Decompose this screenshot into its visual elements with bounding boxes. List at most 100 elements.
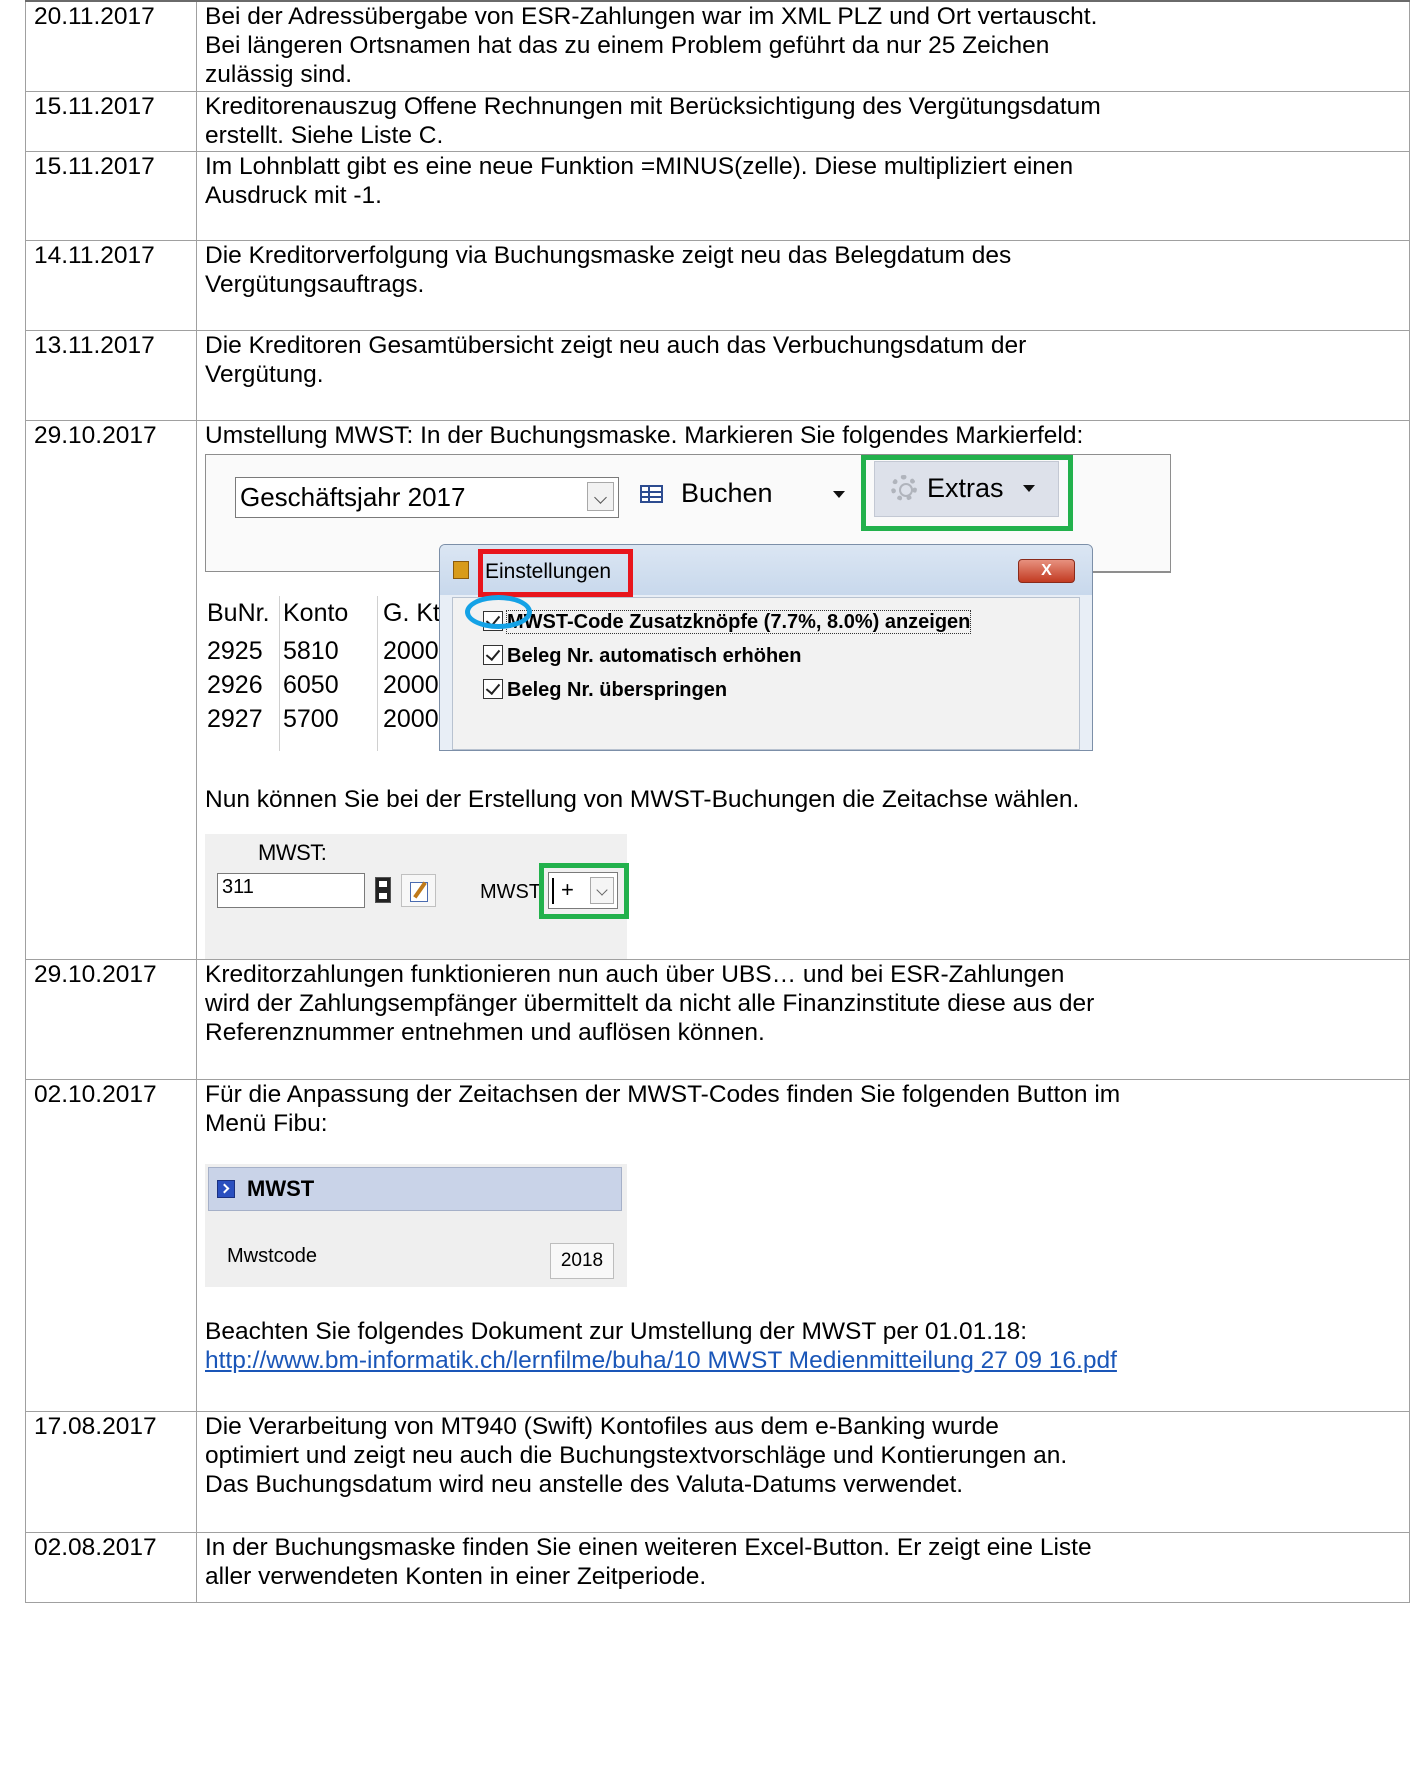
cell-bunr: 2925 bbox=[207, 636, 263, 665]
changelog-row: 29.10.2017 Kreditorzahlungen funktionier… bbox=[25, 958, 1410, 1080]
changelog-row: 13.11.2017 Die Kreditoren Gesamtübersich… bbox=[25, 329, 1410, 421]
cell-bunr: 2927 bbox=[207, 704, 263, 733]
entry-date: 13.11.2017 bbox=[25, 329, 197, 421]
changelog-row: 17.08.2017 Die Verarbeitung von MT940 (S… bbox=[25, 1410, 1410, 1533]
changelog-row: 14.11.2017 Die Kreditorverfolgung via Bu… bbox=[25, 239, 1410, 331]
entry-text: Kreditorzahlungen funktionieren nun auch… bbox=[196, 958, 1410, 1080]
cell-konto: 5810 bbox=[283, 636, 339, 665]
entry-line: Für die Anpassung der Zeitachsen der MWS… bbox=[205, 1080, 1121, 1108]
option-label: Beleg Nr. überspringen bbox=[507, 678, 728, 701]
cell-gkonto: 2000 bbox=[383, 670, 439, 699]
mwst-code-input[interactable]: 311 bbox=[217, 872, 365, 908]
entry-line: Bei der Adressübergabe von ESR-Zahlungen… bbox=[205, 3, 1098, 30]
spinner-icon[interactable] bbox=[375, 876, 391, 903]
entry-line: Vergütungsauftrags. bbox=[205, 270, 425, 298]
entry-text: Die Kreditorverfolgung via Buchungsmaske… bbox=[196, 239, 1410, 331]
entry-line: zulässig sind. bbox=[205, 61, 353, 88]
menu-section-header[interactable]: MWST bbox=[208, 1166, 622, 1211]
entry-line: In der Buchungsmaske finden Sie einen we… bbox=[205, 1533, 1092, 1561]
option-label: MWST-Code Zusatzknöpfe (7.7%, 8.0%) anze… bbox=[505, 609, 972, 634]
red-highlight-box bbox=[478, 548, 633, 597]
blue-highlight-oval bbox=[465, 594, 532, 629]
entry-line: Referenznummer entnehmen und auflösen kö… bbox=[205, 1018, 765, 1046]
buchen-label: Buchen bbox=[681, 477, 773, 508]
changelog-row: 15.11.2017 Kreditorenauszug Offene Rechn… bbox=[25, 90, 1410, 152]
grid-divider bbox=[377, 595, 378, 751]
entry-date: 17.08.2017 bbox=[25, 1410, 197, 1533]
entry-line: Vergütung. bbox=[205, 360, 324, 388]
changelog-row: 15.11.2017 Im Lohnblatt gibt es eine neu… bbox=[25, 150, 1410, 241]
changelog-row: 02.08.2017 In der Buchungsmaske finden S… bbox=[25, 1531, 1410, 1603]
entry-date: 20.11.2017 bbox=[25, 0, 197, 92]
entry-line: Umstellung MWST: In der Buchungsmaske. M… bbox=[205, 421, 1084, 449]
entry-text: Kreditorenauszug Offene Rechnungen mit B… bbox=[196, 90, 1410, 152]
table-icon bbox=[640, 485, 663, 504]
entry-text: Bei der Adressübergabe von ESR-Zahlungen… bbox=[196, 0, 1410, 92]
entry-text: Im Lohnblatt gibt es eine neue Funktion … bbox=[196, 150, 1410, 241]
einstellungen-dialog: Einstellungen X MWST-Code Zusatzknöpfe (… bbox=[439, 543, 1093, 751]
entry-date: 02.10.2017 bbox=[25, 1078, 197, 1412]
dialog-titlebar: Einstellungen X bbox=[440, 544, 1092, 597]
menu-section-title: MWST bbox=[247, 1175, 315, 1201]
dialog-body: MWST-Code Zusatzknöpfe (7.7%, 8.0%) anze… bbox=[452, 596, 1080, 750]
fiscal-year-select[interactable]: Geschäftsjahr 2017 bbox=[235, 476, 619, 518]
entry-date: 15.11.2017 bbox=[25, 90, 197, 152]
entry-line: Beachten Sie folgendes Dokument zur Umst… bbox=[205, 1317, 1028, 1345]
changelog-row: 20.11.2017 Bei der Adressübergabe von ES… bbox=[25, 0, 1410, 92]
changelog-table: 20.11.2017 Bei der Adressübergabe von ES… bbox=[25, 0, 1410, 1603]
entry-date: 14.11.2017 bbox=[25, 239, 197, 331]
column-header: G. Kt bbox=[383, 598, 440, 627]
entry-line: Die Verarbeitung von MT940 (Swift) Konto… bbox=[205, 1412, 999, 1440]
entry-line: erstellt. Siehe Liste C. bbox=[205, 121, 444, 149]
entry-line: optimiert und zeigt neu auch die Buchung… bbox=[205, 1441, 1068, 1469]
expand-arrow-icon bbox=[217, 1179, 235, 1198]
caret-down-icon[interactable] bbox=[833, 490, 845, 498]
entry-date: 02.08.2017 bbox=[25, 1531, 197, 1603]
changelog-row: 02.10.2017 Für die Anpassung der Zeitach… bbox=[25, 1078, 1410, 1412]
entry-line: Menü Fibu: bbox=[205, 1109, 328, 1137]
fiscal-year-value: Geschäftsjahr 2017 bbox=[240, 481, 466, 512]
close-button[interactable]: X bbox=[1018, 558, 1075, 583]
beleg-skip-checkbox[interactable]: Beleg Nr. überspringen bbox=[483, 676, 727, 704]
entry-line: aller verwendeten Konten in einer Zeitpe… bbox=[205, 1562, 707, 1590]
menu-row-label: Mwstcode bbox=[227, 1244, 318, 1267]
buchungsmaske-screenshot: Geschäftsjahr 2017 Buchen Extras BuNr. K… bbox=[205, 453, 1173, 751]
entry-text: Die Verarbeitung von MT940 (Swift) Konto… bbox=[196, 1410, 1410, 1533]
cell-gkonto: 2000 bbox=[383, 636, 439, 665]
cell-gkonto: 2000 bbox=[383, 704, 439, 733]
entry-line: Die Kreditoren Gesamtübersicht zeigt neu… bbox=[205, 331, 1027, 359]
beleg-auto-increment-checkbox[interactable]: Beleg Nr. automatisch erhöhen bbox=[483, 642, 802, 670]
chevron-down-icon[interactable] bbox=[587, 481, 614, 511]
checkbox-checked-icon[interactable] bbox=[483, 644, 503, 665]
entry-line: Kreditorenauszug Offene Rechnungen mit B… bbox=[205, 92, 1101, 120]
cell-konto: 6050 bbox=[283, 670, 339, 699]
option-label: Beleg Nr. automatisch erhöhen bbox=[507, 644, 802, 667]
entry-line: Ausdruck mit -1. bbox=[205, 181, 382, 209]
entry-date: 29.10.2017 bbox=[25, 419, 197, 960]
booking-grid: BuNr. Konto G. Kt 2925 5810 2000 2926 60… bbox=[205, 571, 445, 751]
entry-text: In der Buchungsmaske finden Sie einen we… bbox=[196, 1531, 1410, 1603]
entry-date: 15.11.2017 bbox=[25, 150, 197, 241]
mwst-field-screenshot: MWST: 311 MWST + bbox=[205, 833, 629, 959]
mwst-select-label: MWST bbox=[480, 880, 542, 903]
fibu-menu-screenshot: MWST Mwstcode 2018 bbox=[205, 1163, 627, 1287]
mwst-buttons-checkbox[interactable]: MWST-Code Zusatzknöpfe (7.7%, 8.0%) anze… bbox=[483, 608, 972, 636]
entry-line: Bei längeren Ortsnamen hat das zu einem … bbox=[205, 32, 1050, 59]
green-highlight-box bbox=[539, 862, 629, 919]
entry-line: Die Kreditorverfolgung via Buchungsmaske… bbox=[205, 241, 1012, 269]
entry-date: 29.10.2017 bbox=[25, 958, 197, 1080]
column-header: Konto bbox=[283, 598, 349, 627]
grid-divider bbox=[279, 595, 280, 751]
changelog-row: 29.10.2017 Umstellung MWST: In der Buchu… bbox=[25, 419, 1410, 960]
entry-line: Das Buchungsdatum wird neu anstelle des … bbox=[205, 1470, 964, 1498]
mwstcode-2018-button[interactable]: 2018 bbox=[550, 1242, 614, 1279]
buchen-menu[interactable]: Buchen bbox=[640, 477, 773, 509]
mwst-field-label: MWST: bbox=[258, 839, 327, 865]
entry-line: wird der Zahlungsempfänger übermittelt d… bbox=[205, 989, 1095, 1017]
entry-text: Die Kreditoren Gesamtübersicht zeigt neu… bbox=[196, 329, 1410, 421]
edit-icon[interactable] bbox=[401, 873, 436, 907]
cell-konto: 5700 bbox=[283, 704, 339, 733]
document-link[interactable]: http://www.bm-informatik.ch/lernfilme/bu… bbox=[205, 1347, 1117, 1374]
cell-bunr: 2926 bbox=[207, 670, 263, 699]
checkbox-checked-icon[interactable] bbox=[483, 678, 503, 699]
